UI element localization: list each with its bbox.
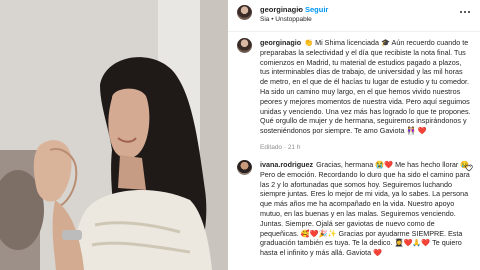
post-photo — [0, 0, 228, 270]
comment-text: 👏 Mi Shima licenciada 🎓 Aún recuerdo cua… — [260, 38, 471, 136]
heart-outline-icon[interactable] — [465, 164, 473, 172]
reply-comment: ivana.rodriguez Gracias, hermana 😭❤️ Me h… — [237, 160, 473, 270]
avatar[interactable] — [237, 160, 252, 175]
comment-username[interactable]: ivana.rodriguez — [260, 160, 313, 169]
avatar[interactable] — [237, 5, 252, 20]
post-header: georginagio • Seguir Sia • Unstoppable — [228, 0, 480, 32]
comment-username[interactable]: georginagio — [260, 38, 301, 47]
separator-dot: • — [298, 5, 301, 14]
comment-body: georginagio 👏 Mi Shima licenciada 🎓 Aún r… — [260, 38, 472, 136]
author-username[interactable]: georginagio — [260, 5, 303, 14]
comments-panel: georginagio • Seguir Sia • Unstoppable g… — [228, 0, 480, 270]
comment-body: ivana.rodriguez Gracias, hermana 😭❤️ Me h… — [260, 160, 472, 258]
comment-meta: Editado · 21 h — [260, 144, 301, 151]
audio-track[interactable]: Sia • Unstoppable — [260, 16, 312, 23]
avatar[interactable] — [237, 38, 252, 53]
more-options-icon[interactable] — [460, 9, 472, 15]
post-media[interactable] — [0, 0, 228, 270]
caption-comment: georginagio 👏 Mi Shima licenciada 🎓 Aún r… — [237, 38, 473, 158]
comment-text: Gracias, hermana 😭❤️ Me has hecho llorar… — [260, 160, 472, 258]
follow-button[interactable]: Seguir — [305, 5, 328, 14]
